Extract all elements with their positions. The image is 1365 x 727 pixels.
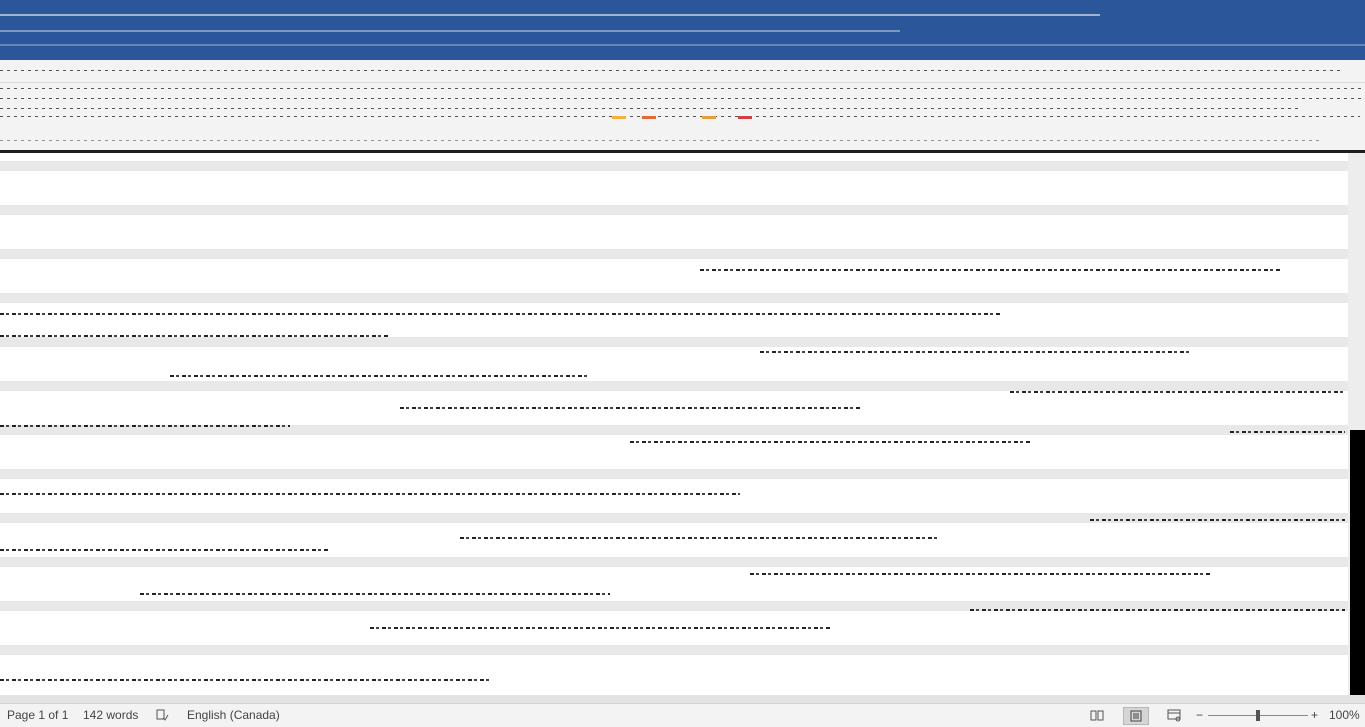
text-line bbox=[750, 573, 1210, 575]
scrollbar-thumb[interactable] bbox=[1350, 430, 1365, 695]
ribbon-command-row[interactable] bbox=[0, 88, 1365, 89]
page-band bbox=[0, 337, 1348, 347]
text-line bbox=[170, 375, 590, 377]
font-color-icon[interactable] bbox=[642, 116, 656, 119]
text-line bbox=[0, 425, 290, 427]
title-bar-noise bbox=[0, 44, 1365, 46]
text-line bbox=[0, 679, 490, 681]
page-band bbox=[0, 205, 1348, 215]
shading-icon[interactable] bbox=[702, 116, 716, 119]
text-line bbox=[370, 627, 830, 629]
highlight-color-icon[interactable] bbox=[612, 116, 626, 119]
word-count[interactable]: 142 words bbox=[83, 708, 138, 722]
status-separator bbox=[0, 695, 1365, 703]
ribbon-group-labels bbox=[0, 140, 1320, 141]
status-bar: Page 1 of 1 142 words English (Canada) −… bbox=[0, 703, 1365, 727]
ribbon-command-row[interactable] bbox=[0, 98, 1365, 99]
page-count[interactable]: Page 1 of 1 bbox=[7, 708, 68, 722]
web-layout-glyph bbox=[1167, 709, 1181, 722]
title-bar bbox=[0, 0, 1365, 60]
text-line bbox=[630, 441, 1030, 443]
page-band bbox=[0, 249, 1348, 259]
word-window: Page 1 of 1 142 words English (Canada) −… bbox=[0, 0, 1365, 727]
text-line bbox=[700, 269, 1280, 271]
ribbon-command-row[interactable] bbox=[0, 108, 1300, 109]
page-band bbox=[0, 161, 1348, 171]
page-band bbox=[0, 513, 1348, 523]
ribbon[interactable] bbox=[0, 60, 1365, 150]
page-band bbox=[0, 293, 1348, 303]
print-layout-glyph bbox=[1130, 710, 1142, 722]
proofing-icon[interactable] bbox=[154, 708, 170, 724]
title-bar-noise bbox=[0, 14, 1100, 16]
text-line bbox=[0, 493, 740, 495]
vertical-scrollbar[interactable] bbox=[1348, 153, 1365, 695]
page-band bbox=[0, 557, 1348, 567]
document-page[interactable] bbox=[0, 153, 1348, 695]
text-effects-icon[interactable] bbox=[738, 116, 752, 119]
zoom-out-button[interactable]: − bbox=[1196, 708, 1203, 722]
text-line bbox=[0, 549, 330, 551]
read-mode-glyph bbox=[1090, 710, 1104, 721]
page-band bbox=[0, 645, 1348, 655]
zoom-level[interactable]: 100% bbox=[1329, 708, 1360, 722]
read-mode-icon[interactable] bbox=[1089, 708, 1105, 724]
language-indicator[interactable]: English (Canada) bbox=[187, 708, 280, 722]
text-line bbox=[1230, 431, 1345, 433]
document-area[interactable] bbox=[0, 153, 1365, 695]
page-band bbox=[0, 381, 1348, 391]
page-band bbox=[0, 469, 1348, 479]
zoom-in-button[interactable]: + bbox=[1311, 708, 1318, 722]
proofing-icon-glyph bbox=[156, 709, 169, 721]
ribbon-tabs[interactable] bbox=[0, 70, 1340, 71]
zoom-slider-thumb[interactable] bbox=[1256, 710, 1260, 721]
web-layout-icon[interactable] bbox=[1166, 708, 1182, 724]
text-line bbox=[0, 313, 1000, 315]
text-line bbox=[970, 609, 1345, 611]
text-line bbox=[1090, 519, 1345, 521]
text-line bbox=[760, 351, 1190, 353]
title-bar-noise bbox=[0, 30, 900, 32]
text-line bbox=[140, 593, 610, 595]
text-line bbox=[400, 407, 860, 409]
ribbon-command-row[interactable] bbox=[0, 116, 1360, 117]
print-layout-icon[interactable] bbox=[1123, 707, 1149, 725]
ribbon-tab-row[interactable] bbox=[0, 60, 1365, 83]
text-line bbox=[1010, 391, 1345, 393]
text-line bbox=[0, 335, 390, 337]
text-line bbox=[460, 537, 940, 539]
